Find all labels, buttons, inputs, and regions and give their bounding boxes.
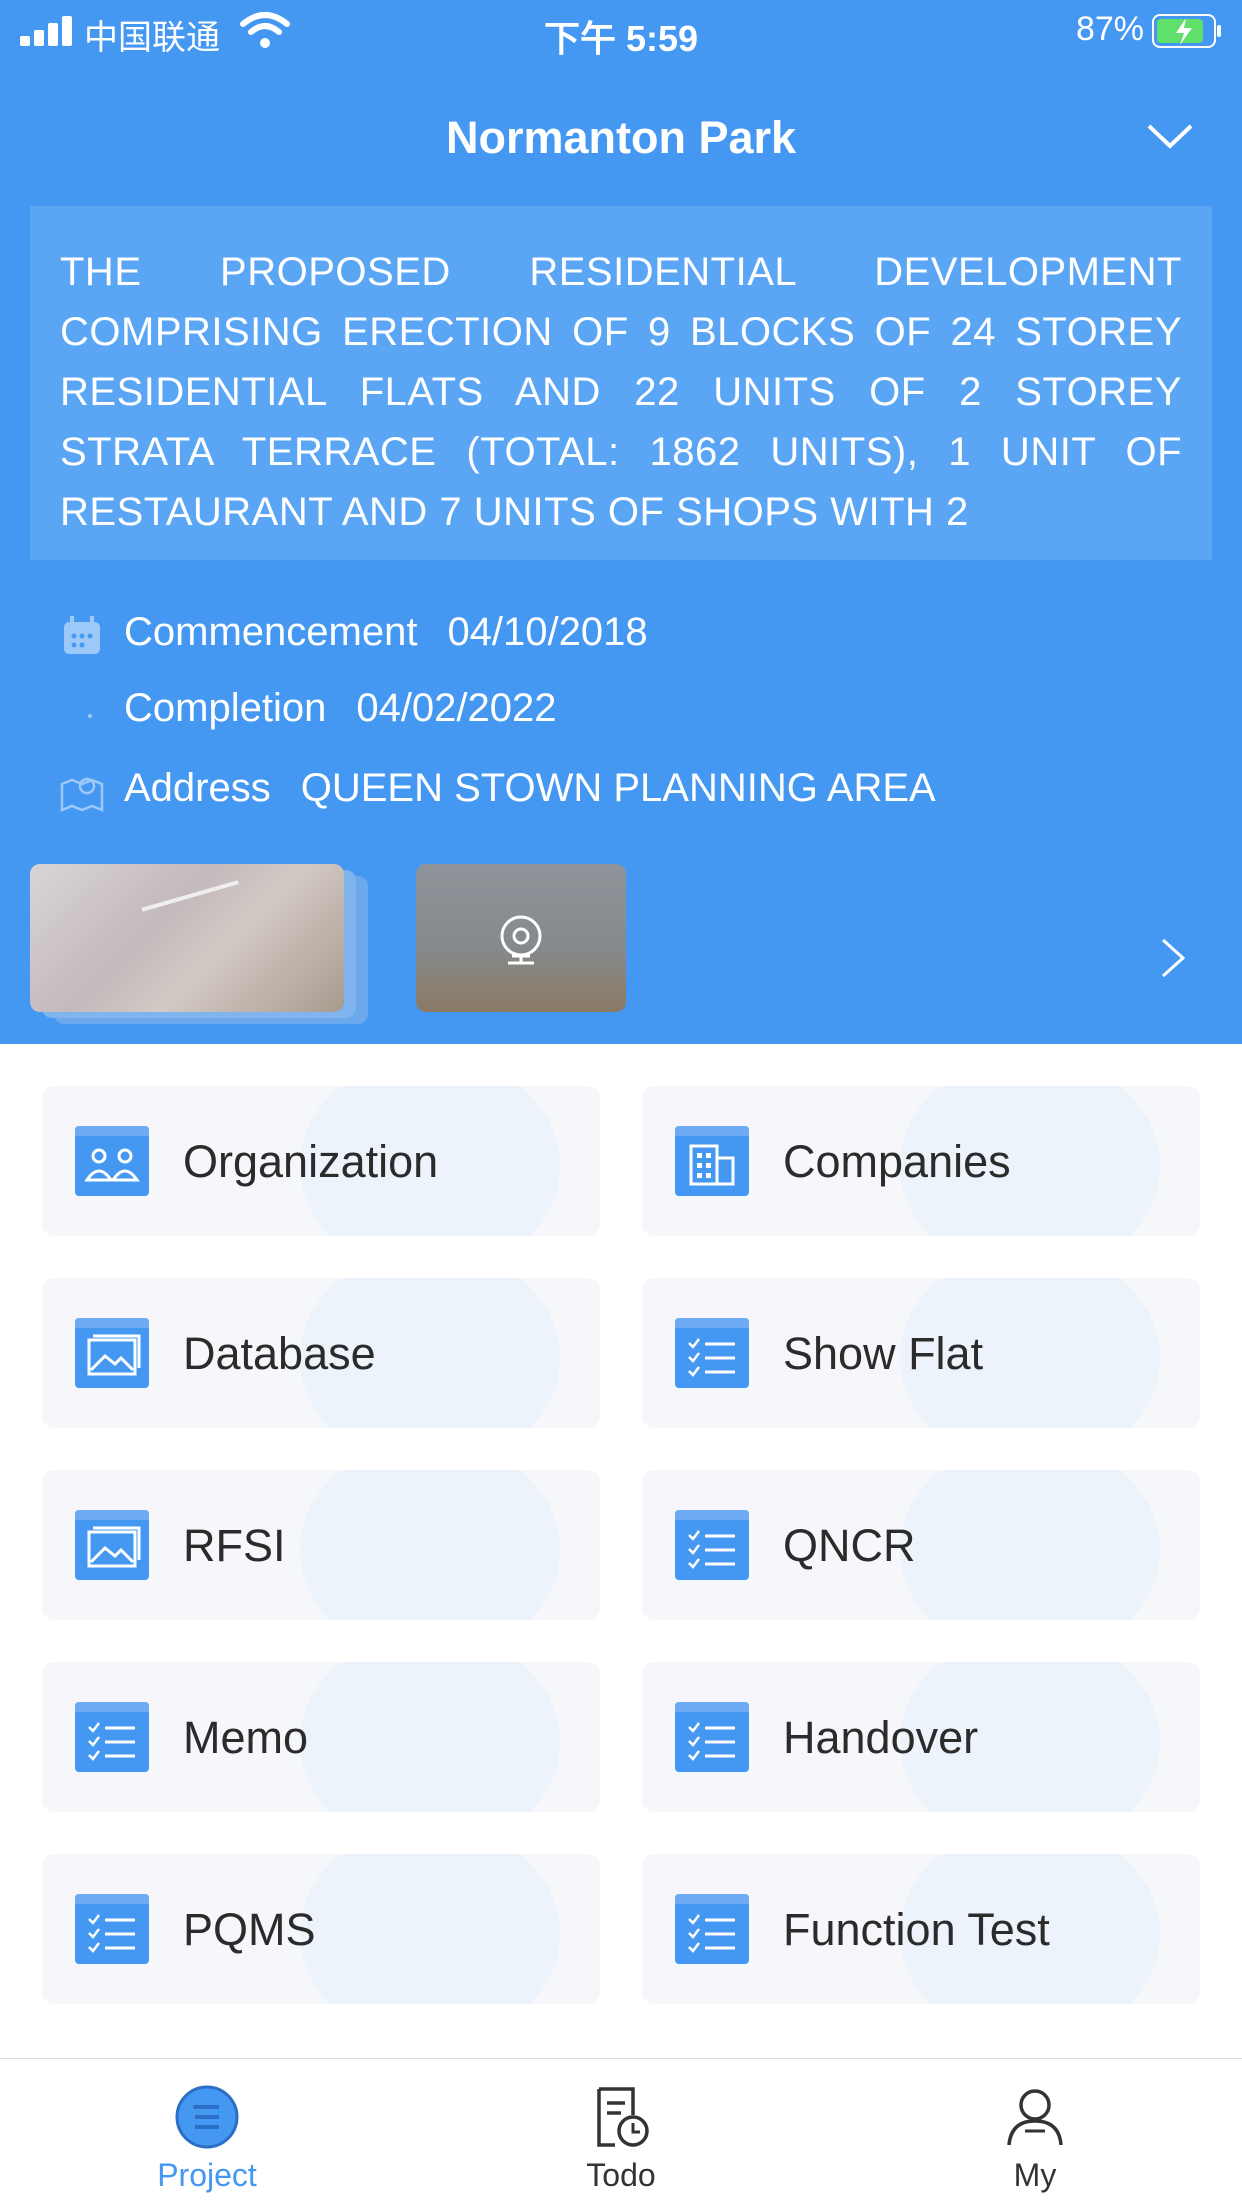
chevron-right-icon[interactable] — [1158, 936, 1188, 980]
checklist-icon — [75, 1702, 149, 1772]
module-label: Function Test — [783, 1904, 1050, 1955]
tab-label: My — [1013, 2157, 1057, 2193]
tab-label: Todo — [586, 2157, 656, 2193]
module-pqms[interactable]: PQMS — [42, 1854, 600, 2004]
module-handover[interactable]: Handover — [642, 1662, 1200, 1812]
module-label: Show Flat — [783, 1328, 984, 1379]
address-row: Address QUEEN STOWN PLANNING AREA — [60, 766, 936, 812]
checklist-icon — [75, 1894, 149, 1964]
module-companies[interactable]: Companies — [642, 1086, 1200, 1236]
commencement-label: Commencement — [124, 610, 418, 654]
module-qncr[interactable]: QNCR — [642, 1470, 1200, 1620]
commencement-value: 04/10/2018 — [447, 610, 648, 654]
project-header-panel: 中国联通 下午 5:59 87% Normanton Park THE PROP… — [0, 0, 1242, 1044]
project-description: THE PROPOSED RESIDENTIAL DEVELOPMENT COM… — [30, 206, 1212, 560]
chevron-down-icon[interactable] — [1145, 120, 1195, 152]
module-database[interactable]: Database — [42, 1278, 600, 1428]
module-organization[interactable]: Organization — [42, 1086, 600, 1236]
module-label: RFSI — [183, 1520, 286, 1571]
building-icon — [675, 1126, 749, 1196]
image-gallery-icon — [75, 1510, 149, 1580]
module-label: Companies — [783, 1136, 1011, 1187]
battery-percent: 87% — [1075, 10, 1144, 48]
module-rfsi[interactable]: RFSI — [42, 1470, 600, 1620]
completion-row: Completion 04/02/2022 — [60, 686, 557, 731]
project-list-icon — [175, 2085, 239, 2149]
commencement-row: Commencement 04/10/2018 — [60, 610, 648, 655]
calendar-icon — [64, 616, 100, 654]
clock: 下午 5:59 — [543, 18, 699, 59]
module-memo[interactable]: Memo — [42, 1662, 600, 1812]
address-label: Address — [124, 766, 271, 810]
tab-project[interactable]: Project — [0, 2059, 414, 2209]
site-camera-thumbnail[interactable] — [416, 864, 626, 1012]
dot-icon — [88, 714, 92, 718]
user-profile-icon — [1007, 2089, 1063, 2146]
status-bar: 中国联通 下午 5:59 87% — [0, 0, 1242, 64]
module-function-test[interactable]: Function Test — [642, 1854, 1200, 2004]
module-label: QNCR — [783, 1520, 916, 1571]
site-photo-thumbnail[interactable] — [30, 864, 344, 1012]
module-label: PQMS — [183, 1904, 316, 1955]
project-description-text: THE PROPOSED RESIDENTIAL DEVELOPMENT COM… — [60, 250, 1182, 534]
module-show-flat[interactable]: Show Flat — [642, 1278, 1200, 1428]
module-label: Memo — [183, 1712, 309, 1763]
todo-clock-icon — [597, 2087, 649, 2147]
map-pin-icon — [60, 777, 104, 812]
module-label: Organization — [183, 1136, 439, 1187]
checklist-icon — [675, 1510, 749, 1580]
webcam-icon — [500, 915, 542, 965]
completion-value: 04/02/2022 — [356, 686, 557, 730]
completion-label: Completion — [124, 686, 327, 730]
bottom-tab-bar: Project Todo My — [0, 2058, 1242, 2209]
module-label: Database — [183, 1328, 376, 1379]
tab-label: Project — [157, 2157, 257, 2193]
battery-charging-icon — [1152, 14, 1221, 48]
checklist-icon — [675, 1702, 749, 1772]
tab-my[interactable]: My — [828, 2059, 1242, 2209]
checklist-icon — [675, 1318, 749, 1388]
image-gallery-icon — [75, 1318, 149, 1388]
checklist-icon — [675, 1894, 749, 1964]
address-value: QUEEN STOWN PLANNING AREA — [300, 766, 936, 810]
organization-icon — [75, 1126, 149, 1196]
module-label: Handover — [783, 1712, 979, 1763]
project-title[interactable]: Normanton Park — [0, 112, 1242, 164]
tab-todo[interactable]: Todo — [414, 2059, 828, 2209]
